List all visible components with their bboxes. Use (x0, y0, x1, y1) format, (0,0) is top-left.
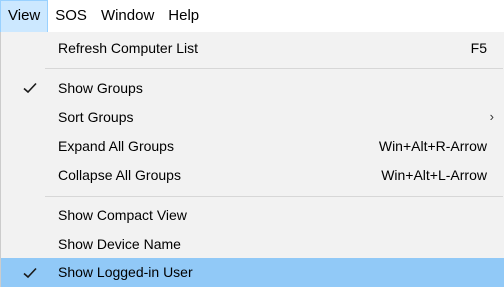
menu-sos[interactable]: SOS (48, 0, 94, 32)
menu-item-label: Refresh Computer List (58, 40, 199, 56)
menu-separator (45, 196, 503, 197)
view-menu-dropdown: Refresh Computer List F5 Show Groups Sor… (0, 32, 504, 287)
menu-item-label: Show Compact View (58, 207, 187, 223)
menu-item-label: Show Device Name (58, 236, 181, 252)
checkmark-icon (22, 75, 38, 101)
menu-item-shortcut: Win+Alt+L-Arrow (381, 167, 487, 183)
menu-item-label: Expand All Groups (58, 138, 174, 154)
menu-item-refresh-computer-list[interactable]: Refresh Computer List F5 (1, 35, 504, 61)
menu-item-shortcut: F5 (470, 40, 487, 56)
menu-item-sort-groups[interactable]: Sort Groups › (1, 104, 504, 130)
menu-item-label: Show Groups (58, 80, 143, 96)
menu-item-show-logged-in-user[interactable]: Show Logged-in User (1, 258, 504, 287)
menu-item-show-device-name[interactable]: Show Device Name (1, 231, 504, 257)
menu-item-shortcut: Win+Alt+R-Arrow (378, 138, 487, 154)
checkmark-icon (22, 258, 38, 287)
menu-item-show-compact-view[interactable]: Show Compact View (1, 202, 504, 228)
menu-item-collapse-all-groups[interactable]: Collapse All Groups Win+Alt+L-Arrow (1, 162, 504, 188)
menu-help[interactable]: Help (161, 0, 206, 32)
menu-item-show-groups[interactable]: Show Groups (1, 75, 504, 101)
menu-separator (45, 68, 503, 69)
menu-item-label: Show Logged-in User (58, 264, 193, 280)
menu-item-label: Sort Groups (58, 109, 134, 125)
menu-item-expand-all-groups[interactable]: Expand All Groups Win+Alt+R-Arrow (1, 133, 504, 159)
menu-view[interactable]: View (0, 0, 49, 32)
menu-item-label: Collapse All Groups (58, 167, 181, 183)
menu-bar: View SOS Window Help (0, 0, 504, 32)
chevron-right-icon: › (489, 109, 494, 124)
menu-window[interactable]: Window (94, 0, 161, 32)
app-window: View SOS Window Help Refresh Computer Li… (0, 0, 504, 287)
